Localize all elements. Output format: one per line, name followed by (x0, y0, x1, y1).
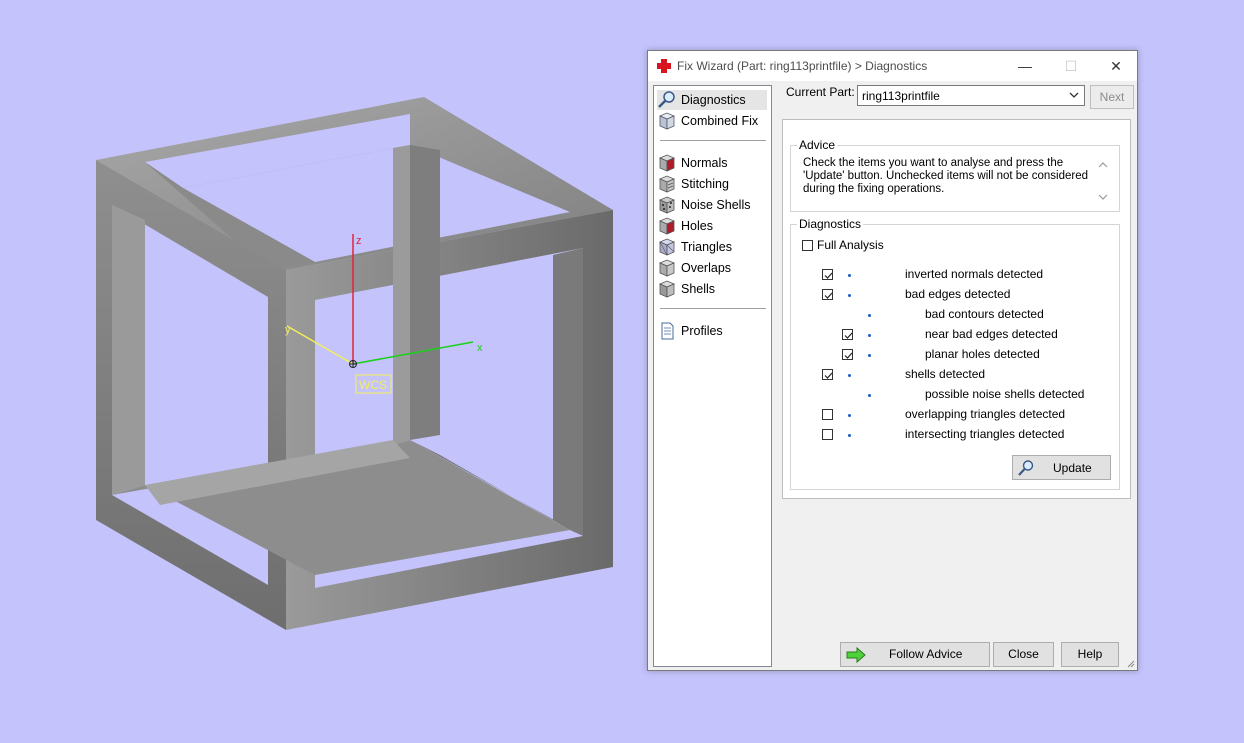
cube-icon (658, 112, 676, 130)
diag-item-label: inverted normals detected (905, 267, 1044, 281)
nav-separator (660, 308, 766, 309)
wcs-label: WCS (359, 378, 387, 392)
current-part-label: Current Part: (786, 85, 855, 99)
nav-item-label: Overlaps (681, 261, 732, 275)
update-button[interactable]: Update (1012, 455, 1111, 480)
wizard-nav: Diagnostics Combined Fix Normals Stitchi… (653, 85, 772, 667)
nav-item-stitching[interactable]: Stitching (657, 174, 767, 194)
nav-item-holes[interactable]: Holes (657, 216, 767, 236)
nav-item-triangles[interactable]: Triangles (657, 237, 767, 257)
z-axis-label: z (356, 235, 362, 247)
advice-scrollbar[interactable] (1096, 157, 1110, 205)
green-arrow-right-icon (846, 646, 866, 664)
full-analysis-checkbox[interactable] (802, 240, 813, 251)
nav-item-label: Profiles (681, 324, 723, 338)
shells-checkbox[interactable] (822, 369, 833, 380)
nav-item-label: Normals (681, 156, 728, 170)
follow-advice-button[interactable]: Follow Advice (840, 642, 990, 667)
profiles-document-icon (661, 322, 674, 340)
scroll-down-icon (1098, 194, 1108, 200)
diag-item-label: possible noise shells detected (925, 387, 1085, 401)
follow-advice-label: Follow Advice (889, 647, 963, 661)
tree-bullet (848, 434, 851, 437)
full-analysis-label: Full Analysis (817, 238, 884, 252)
diag-item-label: bad contours detected (925, 307, 1044, 321)
diag-item-label: near bad edges detected (925, 327, 1058, 341)
nav-item-normals[interactable]: Normals (657, 153, 767, 173)
chevron-down-icon (1069, 92, 1079, 98)
scroll-up-icon (1098, 162, 1108, 168)
shells-cube-icon (658, 280, 676, 298)
dialog-titlebar[interactable]: Fix Wizard (Part: ring113printfile) > Di… (648, 51, 1137, 81)
nav-item-noise-shells[interactable]: Noise Shells (657, 195, 767, 215)
nav-item-label: Diagnostics (681, 93, 746, 107)
diag-item-label: shells detected (905, 367, 986, 381)
fix-wizard-dialog: Fix Wizard (Part: ring113printfile) > Di… (647, 50, 1138, 671)
nav-item-label: Shells (681, 282, 716, 296)
noise-shells-icon (658, 196, 676, 214)
tree-bullet (868, 314, 871, 317)
tree-bullet (868, 334, 871, 337)
inverted-normals-checkbox[interactable] (822, 269, 833, 280)
tree-bullet (848, 294, 851, 297)
diag-item-label: planar holes detected (925, 347, 1040, 361)
planar-holes-checkbox[interactable] (842, 349, 853, 360)
help-button[interactable]: Help (1061, 642, 1119, 667)
nav-item-label: Combined Fix (681, 114, 759, 128)
3d-viewport[interactable]: z x y WCS (0, 0, 640, 740)
near-bad-edges-checkbox[interactable] (842, 329, 853, 340)
next-button[interactable]: Next (1090, 85, 1134, 109)
overlaps-cube-icon (658, 259, 676, 277)
nav-item-label: Stitching (681, 177, 729, 191)
intersecting-triangles-checkbox[interactable] (822, 429, 833, 440)
update-button-label: Update (1053, 461, 1092, 475)
current-part-select[interactable]: ring113printfile (857, 85, 1085, 106)
nav-item-profiles[interactable]: Profiles (657, 321, 767, 341)
nav-item-label: Triangles (681, 240, 732, 254)
magnifier-icon (658, 91, 675, 108)
holes-cube-icon (658, 217, 676, 235)
normals-cube-icon (658, 154, 676, 172)
diag-item-label: bad edges detected (905, 287, 1011, 301)
advice-line: 'Update' button. Unchecked items will no… (803, 170, 1089, 182)
advice-text: Check the items you want to analyse and … (803, 157, 1093, 196)
diag-item-label: overlapping triangles detected (905, 407, 1066, 421)
nav-separator (660, 140, 766, 141)
tree-bullet (868, 354, 871, 357)
bad-edges-checkbox[interactable] (822, 289, 833, 300)
tree-bullet (848, 414, 851, 417)
stitching-cube-icon (658, 175, 676, 193)
current-part-value: ring113printfile (862, 89, 940, 103)
red-cross-icon (657, 59, 671, 73)
dialog-title: Fix Wizard (Part: ring113printfile) > Di… (677, 59, 928, 73)
nav-item-label: Holes (681, 219, 713, 233)
x-axis-label: x (477, 342, 483, 354)
close-window-button[interactable]: ✕ (1093, 51, 1139, 81)
tree-bullet (848, 274, 851, 277)
advice-line: Check the items you want to analyse and … (803, 157, 1064, 169)
magnifier-icon (1018, 460, 1034, 476)
resize-grip-icon[interactable] (1125, 658, 1135, 668)
tree-bullet (868, 394, 871, 397)
maximize-button[interactable]: ☐ (1048, 51, 1094, 81)
overlapping-triangles-checkbox[interactable] (822, 409, 833, 420)
tree-bullet (848, 374, 851, 377)
minimize-button[interactable]: — (1002, 51, 1048, 81)
advice-line: during the fixing operations. (803, 183, 945, 195)
diagnostics-title: Diagnostics (797, 217, 864, 231)
nav-item-combined-fix[interactable]: Combined Fix (657, 111, 767, 131)
close-button[interactable]: Close (993, 642, 1054, 667)
advice-title: Advice (797, 138, 838, 152)
cube-frame-model: z x y WCS (96, 97, 613, 630)
nav-item-label: Noise Shells (681, 198, 751, 212)
nav-item-shells[interactable]: Shells (657, 279, 767, 299)
y-axis-label: y (285, 324, 291, 336)
triangles-cube-icon (658, 238, 676, 256)
diag-item-label: intersecting triangles detected (905, 427, 1065, 441)
nav-item-overlaps[interactable]: Overlaps (657, 258, 767, 278)
nav-item-diagnostics[interactable]: Diagnostics (657, 90, 767, 110)
